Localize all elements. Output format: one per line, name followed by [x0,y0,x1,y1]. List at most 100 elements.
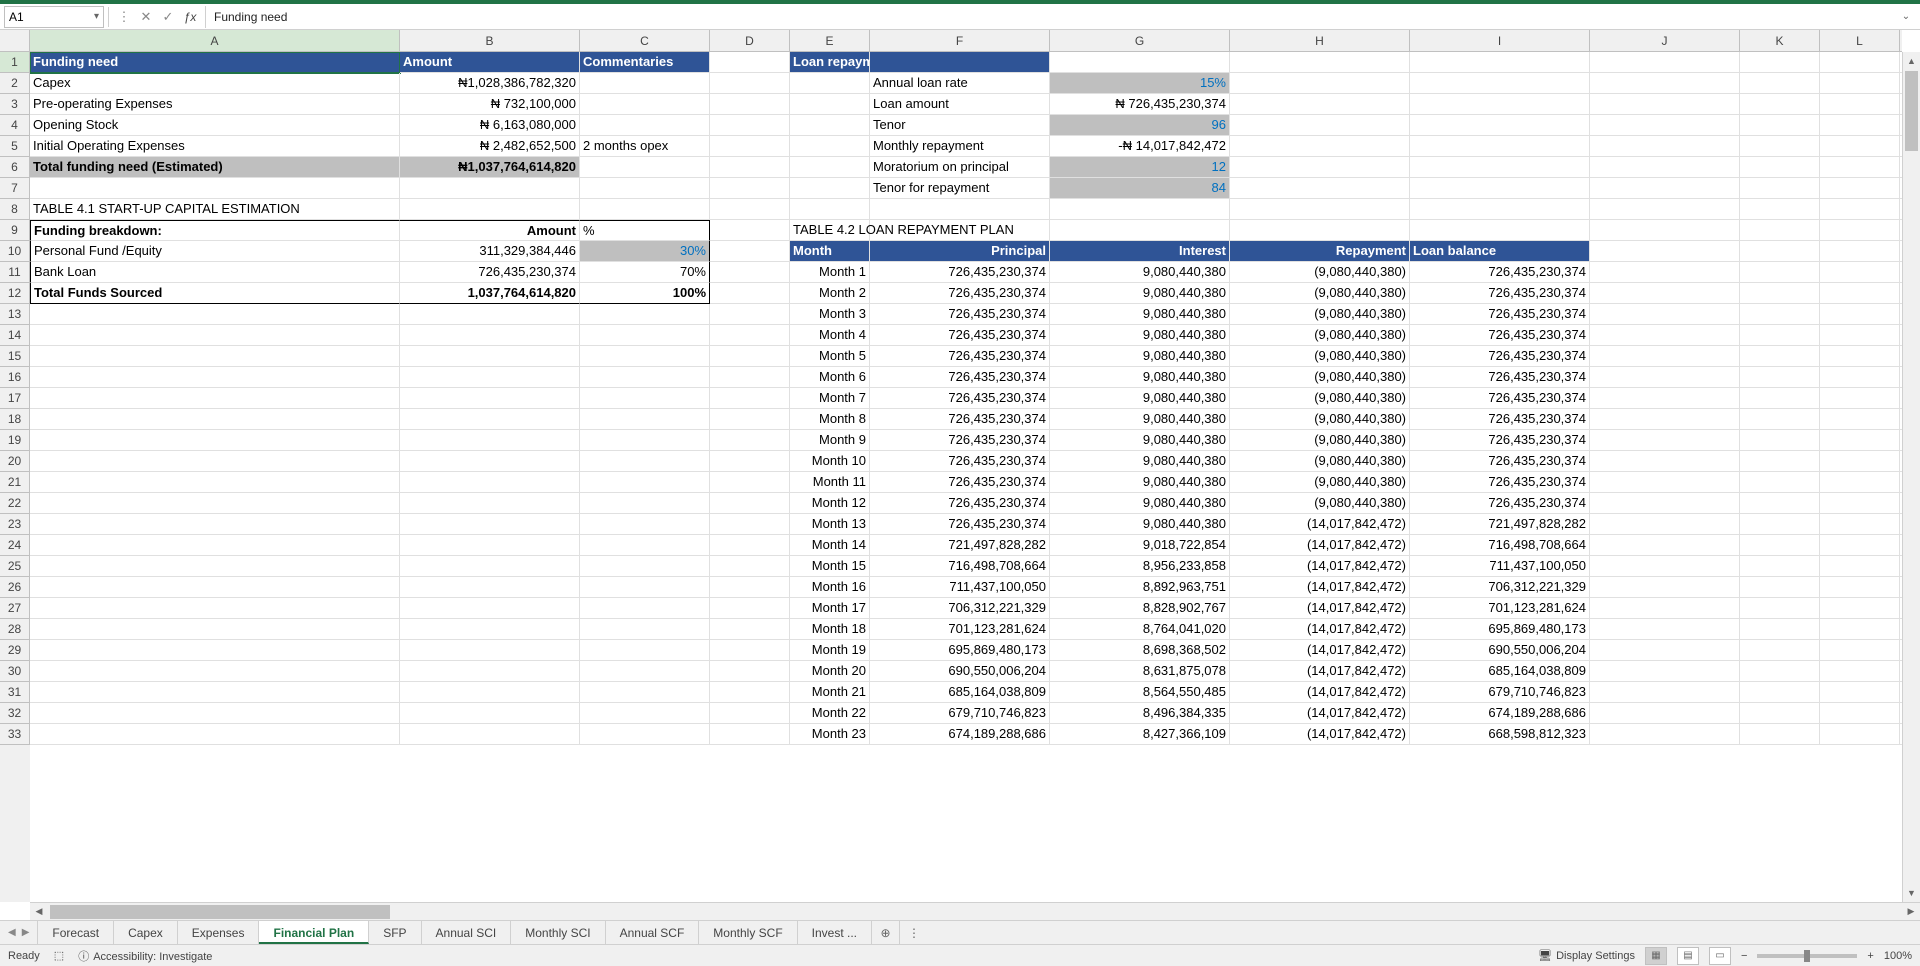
column-header-J[interactable]: J [1590,30,1740,52]
cell-I14[interactable]: 726,435,230,374 [1410,325,1590,346]
cell-K20[interactable] [1740,451,1820,472]
cell-C28[interactable] [580,619,710,640]
cell-E32[interactable]: Month 22 [790,703,870,724]
cell-A1[interactable]: Funding need [30,52,400,73]
scroll-right-icon[interactable]: ▶ [1902,906,1920,917]
cell-L1[interactable] [1820,52,1900,73]
row-header-11[interactable]: 11 [0,262,30,283]
cell-I20[interactable]: 726,435,230,374 [1410,451,1590,472]
cell-F8[interactable] [870,199,1050,220]
row-header-18[interactable]: 18 [0,409,30,430]
cell-L26[interactable] [1820,577,1900,598]
cell-D1[interactable] [710,52,790,73]
cell-E20[interactable]: Month 10 [790,451,870,472]
cell-I2[interactable] [1410,73,1590,94]
cell-G5[interactable]: -₦ 14,017,842,472 [1050,136,1230,157]
cell-H33[interactable]: (14,017,842,472) [1230,724,1410,745]
cell-C1[interactable]: Commentaries [580,52,710,73]
cell-G8[interactable] [1050,199,1230,220]
zoom-out-button[interactable]: − [1741,950,1747,962]
cell-J28[interactable] [1590,619,1740,640]
cell-H22[interactable]: (9,080,440,380) [1230,493,1410,514]
cell-B9[interactable]: Amount [400,220,580,241]
zoom-in-button[interactable]: + [1867,950,1873,962]
cell-B24[interactable] [400,535,580,556]
cell-J29[interactable] [1590,640,1740,661]
cell-B17[interactable] [400,388,580,409]
cell-F17[interactable]: 726,435,230,374 [870,388,1050,409]
cell-A17[interactable] [30,388,400,409]
cell-D2[interactable] [710,73,790,94]
cell-B13[interactable] [400,304,580,325]
cell-G16[interactable]: 9,080,440,380 [1050,367,1230,388]
cell-F18[interactable]: 726,435,230,374 [870,409,1050,430]
cell-H31[interactable]: (14,017,842,472) [1230,682,1410,703]
cell-C14[interactable] [580,325,710,346]
cell-G21[interactable]: 9,080,440,380 [1050,472,1230,493]
row-header-28[interactable]: 28 [0,619,30,640]
cell-A25[interactable] [30,556,400,577]
sheet-tab-monthly-scf[interactable]: Monthly SCF [699,921,797,944]
cell-L11[interactable] [1820,262,1900,283]
cell-I33[interactable]: 668,598,812,323 [1410,724,1590,745]
cell-K13[interactable] [1740,304,1820,325]
hscroll-thumb[interactable] [50,905,390,919]
formula-input[interactable]: Funding need [205,6,1896,28]
cell-H20[interactable]: (9,080,440,380) [1230,451,1410,472]
row-header-9[interactable]: 9 [0,220,30,241]
name-box-dropdown-icon[interactable]: ▾ [94,11,99,22]
column-header-E[interactable]: E [790,30,870,52]
cell-H5[interactable] [1230,136,1410,157]
row-header-5[interactable]: 5 [0,136,30,157]
column-header-B[interactable]: B [400,30,580,52]
cell-L17[interactable] [1820,388,1900,409]
cell-L30[interactable] [1820,661,1900,682]
cell-E17[interactable]: Month 7 [790,388,870,409]
cell-B2[interactable]: ₦1,028,386,782,320 [400,73,580,94]
cell-A4[interactable]: Opening Stock [30,115,400,136]
cell-H29[interactable]: (14,017,842,472) [1230,640,1410,661]
cell-D15[interactable] [710,346,790,367]
cell-K22[interactable] [1740,493,1820,514]
cell-F33[interactable]: 674,189,288,686 [870,724,1050,745]
row-header-31[interactable]: 31 [0,682,30,703]
cell-B4[interactable]: ₦ 6,163,080,000 [400,115,580,136]
cell-F32[interactable]: 679,710,746,823 [870,703,1050,724]
cell-I19[interactable]: 726,435,230,374 [1410,430,1590,451]
cell-A22[interactable] [30,493,400,514]
display-settings-button[interactable]: 🖥Display Settings [1538,949,1635,962]
cell-C20[interactable] [580,451,710,472]
sheet-tab-financial-plan[interactable]: Financial Plan [259,921,369,944]
view-normal-icon[interactable]: ▦ [1645,947,1667,965]
cell-A7[interactable] [30,178,400,199]
cell-C13[interactable] [580,304,710,325]
tab-next-icon[interactable]: ▶ [22,927,30,938]
cell-L6[interactable] [1820,157,1900,178]
cell-A12[interactable]: Total Funds Sourced [30,283,400,304]
cell-J32[interactable] [1590,703,1740,724]
cell-K33[interactable] [1740,724,1820,745]
row-header-30[interactable]: 30 [0,661,30,682]
column-header-F[interactable]: F [870,30,1050,52]
cell-G11[interactable]: 9,080,440,380 [1050,262,1230,283]
cell-B20[interactable] [400,451,580,472]
cell-C11[interactable]: 70% [580,262,710,283]
cell-K10[interactable] [1740,241,1820,262]
cell-A9[interactable]: Funding breakdown: [30,220,400,241]
cell-H9[interactable] [1230,220,1410,241]
cell-G2[interactable]: 15% [1050,73,1230,94]
cell-C33[interactable] [580,724,710,745]
cell-I15[interactable]: 726,435,230,374 [1410,346,1590,367]
cell-G29[interactable]: 8,698,368,502 [1050,640,1230,661]
cell-E5[interactable] [790,136,870,157]
row-header-33[interactable]: 33 [0,724,30,745]
cell-J24[interactable] [1590,535,1740,556]
scroll-up-icon[interactable]: ▲ [1903,52,1920,70]
cell-C8[interactable] [580,199,710,220]
cell-A27[interactable] [30,598,400,619]
cell-I28[interactable]: 695,869,480,173 [1410,619,1590,640]
cell-H7[interactable] [1230,178,1410,199]
view-page-layout-icon[interactable]: ▤ [1677,947,1699,965]
cell-H25[interactable]: (14,017,842,472) [1230,556,1410,577]
cell-D7[interactable] [710,178,790,199]
